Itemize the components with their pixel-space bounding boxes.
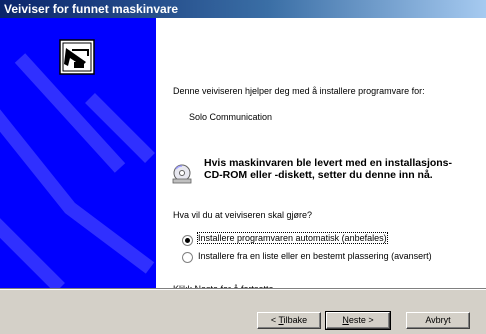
question-text: Hva vil du at veiviseren skal gjøre? (173, 210, 313, 220)
option-manual-label[interactable]: Installere fra en liste eller en bestemt… (198, 251, 432, 261)
option-automatic-radio[interactable] (182, 235, 193, 246)
next-button[interactable]: Neste > (325, 311, 391, 330)
cd-icon (172, 164, 192, 184)
wizard-content: Denne veiviseren hjelper deg med å insta… (156, 18, 486, 294)
option-manual-radio[interactable] (182, 252, 193, 263)
cancel-button[interactable]: Avbryt (406, 312, 470, 329)
device-name: Solo Communication (189, 112, 273, 122)
side-panel-graphic (0, 39, 155, 288)
title-bar[interactable]: Veiviser for funnet maskinvare (0, 0, 486, 18)
intro-text: Denne veiviseren hjelper deg med å insta… (173, 86, 425, 96)
wizard-side-panel (0, 18, 156, 288)
window-title: Veiviser for funnet maskinvare (4, 2, 179, 16)
hardware-wizard-icon (59, 39, 95, 75)
option-automatic-label[interactable]: Installere programvaren automatisk (anbe… (197, 232, 388, 244)
cd-notice: Hvis maskinvaren ble levert med en insta… (204, 157, 453, 181)
wizard-window: Veiviser for funnet maskinvare Denne vei… (0, 0, 486, 334)
separator (0, 288, 486, 290)
back-button[interactable]: < Tilbake (257, 312, 321, 329)
